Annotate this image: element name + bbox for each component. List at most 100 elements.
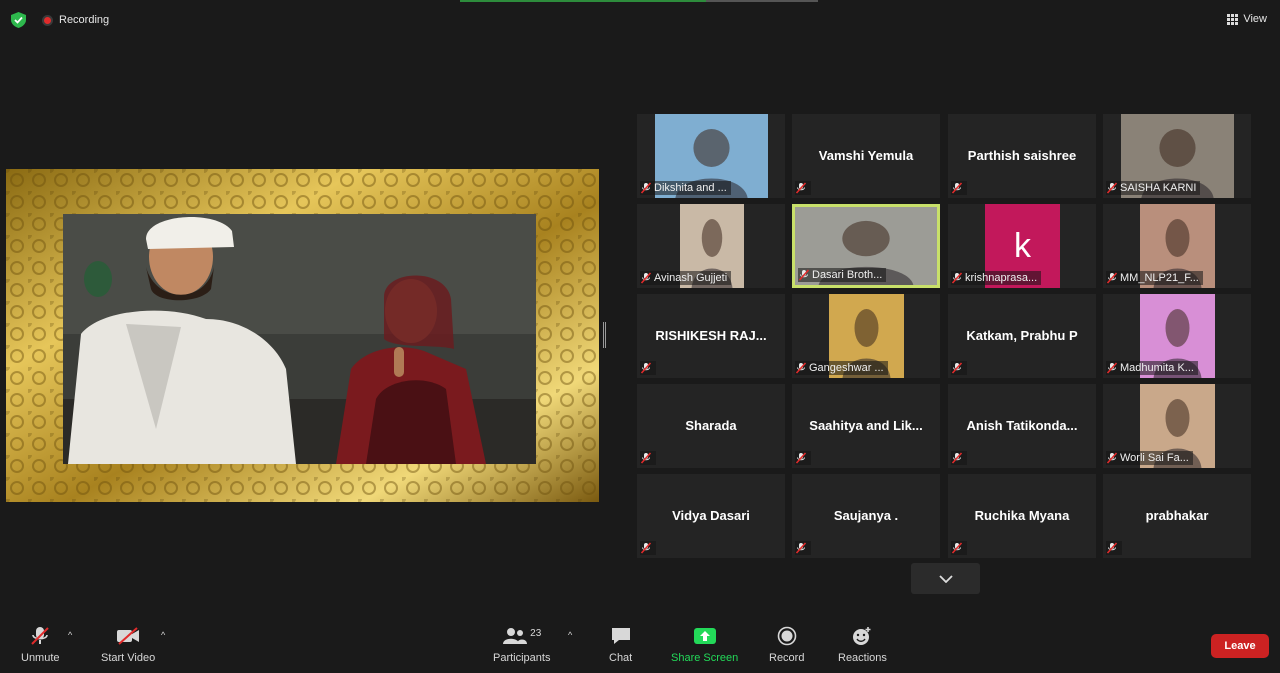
participants-options-caret-icon[interactable]: ^: [568, 630, 572, 640]
participant-name-label: [951, 451, 967, 465]
participant-display-name: Saujanya .: [833, 508, 899, 523]
participant-name: SAISHA KARNI: [1120, 182, 1197, 194]
participant-tile[interactable]: MM_NLP21_F...: [1103, 204, 1251, 288]
participant-tile[interactable]: Vamshi Yemula: [792, 114, 940, 198]
microphone-muted-icon: [640, 542, 652, 554]
emoji-plus-icon: [853, 627, 871, 645]
chat-bubble-icon: [611, 628, 630, 644]
share-indicator-bar: [460, 0, 706, 2]
microphone-muted-icon: [951, 542, 963, 554]
participant-tile[interactable]: Saahitya and Lik...: [792, 384, 940, 468]
shield-icon[interactable]: [11, 12, 26, 28]
start-video-label: Start Video: [101, 652, 156, 664]
participant-name: Dikshita and ...: [654, 182, 727, 194]
microphone-muted-icon: [1106, 272, 1118, 284]
participant-name: MM_NLP21_F...: [1120, 272, 1199, 284]
microphone-muted-icon: [640, 452, 652, 464]
microphone-muted-icon: [1106, 542, 1118, 554]
participant-name-label: Avinash Gujjeti: [640, 271, 732, 285]
participant-display-name: Ruchika Myana: [974, 508, 1070, 523]
unmute-label: Unmute: [21, 652, 60, 664]
share-screen-label: Share Screen: [671, 652, 739, 664]
leave-button[interactable]: Leave: [1211, 634, 1269, 658]
recording-label: Recording: [59, 14, 110, 26]
grid-view-icon: [1227, 13, 1239, 25]
participants-button[interactable]: 23 Participants: [493, 612, 550, 664]
participant-tile[interactable]: Parthish saishree: [948, 114, 1096, 198]
microphone-muted-icon: [798, 269, 810, 281]
participant-tile[interactable]: k krishnaprasa...: [948, 204, 1096, 288]
participant-display-name: Anish Tatikonda...: [966, 418, 1078, 433]
meeting-toolbar: Unmute ^ Start Video ^ 23 Participants ^…: [0, 612, 1280, 673]
participant-display-name: Saahitya and Lik...: [809, 418, 923, 433]
record-icon: [777, 626, 797, 646]
next-page-button[interactable]: [911, 563, 980, 594]
view-button[interactable]: View: [1227, 13, 1267, 25]
microphone-muted-icon: [31, 627, 49, 645]
participant-name: krishnaprasa...: [965, 272, 1038, 284]
participant-tile[interactable]: Anish Tatikonda...: [948, 384, 1096, 468]
participant-name-label: Gangeshwar ...: [795, 361, 888, 375]
recording-dot-icon: [42, 14, 53, 26]
microphone-muted-icon: [640, 272, 652, 284]
microphone-muted-icon: [640, 362, 652, 374]
participant-tile[interactable]: Dasari Broth...: [792, 204, 940, 288]
participant-name: Gangeshwar ...: [809, 362, 884, 374]
participant-name: Madhumita K...: [1120, 362, 1194, 374]
participant-tile[interactable]: Katkam, Prabhu P: [948, 294, 1096, 378]
participant-name-label: [640, 451, 656, 465]
participant-display-name: Vidya Dasari: [672, 508, 750, 523]
chat-label: Chat: [609, 652, 633, 664]
participant-tile[interactable]: Vidya Dasari: [637, 474, 785, 558]
view-label: View: [1243, 13, 1267, 25]
participant-display-name: Sharada: [685, 418, 737, 433]
microphone-muted-icon: [640, 182, 652, 194]
participant-tile[interactable]: Sharada: [637, 384, 785, 468]
participant-tile[interactable]: prabhakar: [1103, 474, 1251, 558]
participant-display-name: Vamshi Yemula: [818, 148, 914, 163]
participant-name-label: [640, 541, 656, 555]
participant-tile[interactable]: SAISHA KARNI: [1103, 114, 1251, 198]
chevron-down-icon: [938, 574, 953, 583]
unmute-button[interactable]: Unmute: [21, 612, 60, 664]
shared-screen-video: [6, 169, 599, 502]
microphone-muted-icon: [1106, 362, 1118, 374]
panel-resize-handle[interactable]: [603, 322, 606, 348]
microphone-muted-icon: [795, 452, 807, 464]
participants-label: Participants: [493, 652, 551, 664]
participant-name-label: krishnaprasa...: [951, 271, 1042, 285]
audio-options-caret-icon[interactable]: ^: [68, 630, 72, 640]
microphone-muted-icon: [951, 362, 963, 374]
participant-name-label: MM_NLP21_F...: [1106, 271, 1203, 285]
reactions-label: Reactions: [838, 652, 887, 664]
participant-tile[interactable]: Saujanya .: [792, 474, 940, 558]
share-screen-button[interactable]: Share Screen: [671, 612, 738, 664]
microphone-muted-icon: [951, 182, 963, 194]
video-camera-off-icon: [117, 627, 140, 645]
recording-indicator[interactable]: Recording: [42, 14, 109, 26]
participant-name-label: [951, 541, 967, 555]
participant-name-label: [1106, 541, 1122, 555]
reactions-button[interactable]: Reactions: [838, 612, 887, 664]
participant-tile[interactable]: Madhumita K...: [1103, 294, 1251, 378]
participant-tile[interactable]: Worli Sai Fa...: [1103, 384, 1251, 468]
record-button[interactable]: Record: [769, 612, 804, 664]
participant-name-label: Dasari Broth...: [798, 268, 887, 282]
microphone-muted-icon: [1106, 182, 1118, 194]
chat-button[interactable]: Chat: [609, 612, 632, 664]
share-screen-icon: [693, 628, 716, 644]
microphone-muted-icon: [795, 362, 807, 374]
participant-tile[interactable]: Gangeshwar ...: [792, 294, 940, 378]
participant-tile[interactable]: Ruchika Myana: [948, 474, 1096, 558]
participant-tile[interactable]: Avinash Gujjeti: [637, 204, 785, 288]
participants-count: 23: [530, 628, 542, 639]
participant-name-label: [951, 361, 967, 375]
participant-name-label: SAISHA KARNI: [1106, 181, 1201, 195]
start-video-button[interactable]: Start Video: [101, 612, 155, 664]
participant-tile[interactable]: Dikshita and ...: [637, 114, 785, 198]
participant-display-name: RISHIKESH RAJ...: [655, 328, 767, 343]
participant-name-label: [795, 451, 811, 465]
participant-tile[interactable]: RISHIKESH RAJ...: [637, 294, 785, 378]
participant-display-name: Katkam, Prabhu P: [966, 328, 1078, 343]
video-options-caret-icon[interactable]: ^: [161, 630, 165, 640]
